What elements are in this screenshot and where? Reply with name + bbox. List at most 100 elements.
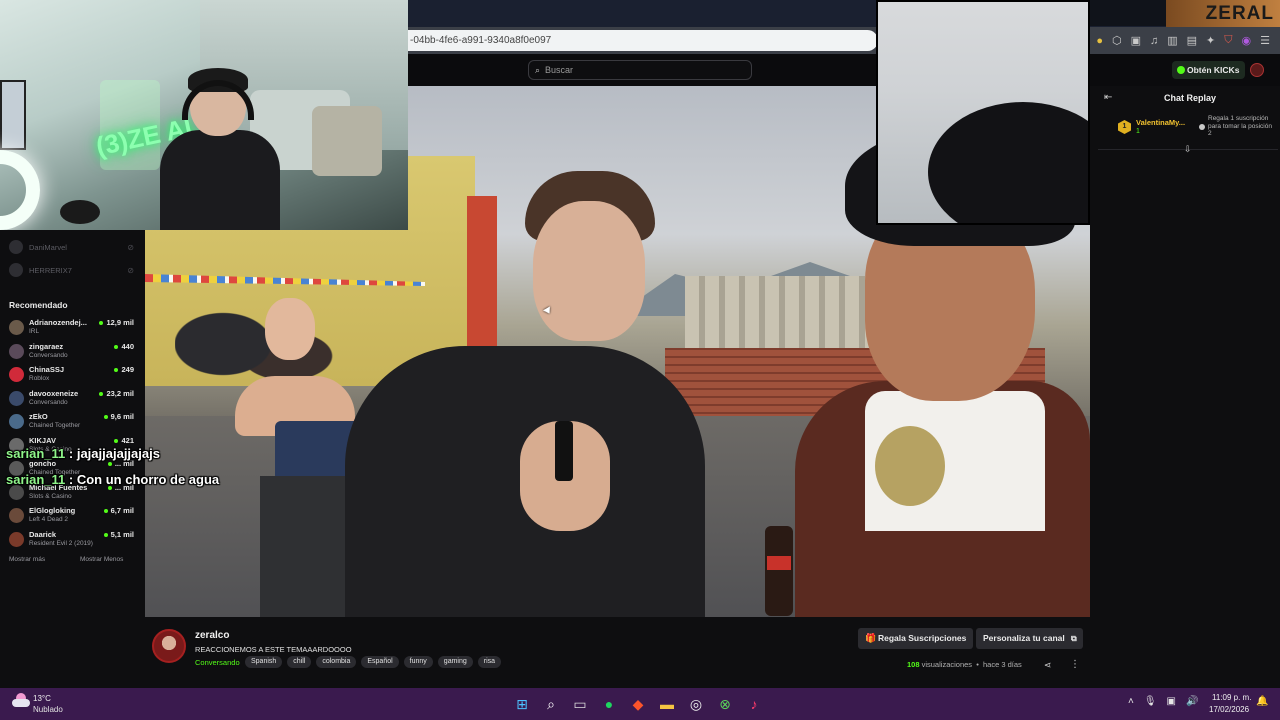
tiktok-icon[interactable]: ♪ — [744, 694, 764, 714]
gift-icon — [1199, 124, 1205, 130]
viewer-count: 5,1 mil — [104, 530, 134, 539]
avatar — [9, 390, 24, 406]
stream-tag[interactable]: risa — [477, 656, 502, 668]
search-placeholder: Buscar — [545, 65, 574, 75]
stream-tag[interactable]: gaming — [437, 656, 473, 668]
stream-tag[interactable]: funny — [403, 656, 433, 668]
recommended-title: Recomendado — [9, 300, 68, 310]
channel-name: zingaraez — [29, 341, 64, 351]
show-less-link[interactable]: Mostrar Menos — [80, 556, 123, 563]
avatar — [9, 320, 24, 335]
avatar — [9, 508, 24, 523]
channel-category: Conversando — [29, 351, 68, 359]
channel-name[interactable]: zeralco — [195, 630, 229, 641]
vpn-icon[interactable]: ◉ — [1242, 34, 1252, 47]
followed-channel[interactable]: HERRERIX7 ⊘ — [9, 262, 134, 278]
weather-temperature[interactable]: 13°C — [33, 694, 51, 703]
followed-channel[interactable]: DaniMarvel ⊘ — [9, 239, 134, 255]
stream-tag[interactable]: Spanish — [245, 656, 283, 668]
extension-icons: ● ⬡ ▣ ♫ ▥ ▤ ✦ ⛉ ◉ ☰ — [1096, 30, 1270, 51]
notification-bell-icon[interactable]: 🔔 — [1256, 696, 1268, 707]
viewer-count: 6,7 mil — [104, 506, 134, 515]
system-tray: ˄ 🎙 ▣ 🔊 — [1128, 696, 1198, 707]
video-person-center — [345, 171, 705, 617]
clock-time[interactable]: 11:09 p. m. — [1212, 693, 1251, 702]
recommended-channel[interactable]: ElGlogloking Left 4 Dead 2 6,7 mil — [9, 504, 134, 526]
windows-start-icon[interactable]: ⊞ — [512, 694, 532, 714]
extension-icon[interactable]: ▣ — [1131, 34, 1141, 47]
stream-tag[interactable]: Español — [361, 656, 399, 668]
recommended-channel[interactable]: zingaraez Conversando 440 — [9, 340, 134, 362]
collapse-chat-icon[interactable]: ⇤ — [1104, 92, 1112, 103]
windows-taskbar: 13°C Nublado ⊞ ⌕ ▭ ● ◆ ▬ ◎ ⊗ ♪ ˄ 🎙 ▣ 🔊 1… — [0, 688, 1280, 720]
stream-tag[interactable]: chill — [287, 656, 312, 668]
address-bar[interactable]: -04bb-4fe6-a991-9340a8f0e097 — [408, 30, 878, 51]
share-icon[interactable]: ⋖ — [1044, 660, 1052, 671]
file-explorer-icon[interactable]: ▬ — [657, 694, 677, 714]
puzzle-icon[interactable]: ✦ — [1206, 34, 1215, 47]
menu-icon[interactable]: ☰ — [1260, 34, 1270, 47]
scroll-down-icon[interactable]: ⇩ — [1184, 144, 1192, 155]
customize-channel-button[interactable]: Personaliza tu canal ⧉ — [976, 628, 1083, 649]
volume-icon[interactable]: 🔊 — [1186, 696, 1198, 707]
stream-tag[interactable]: colombia — [316, 656, 357, 668]
shield-icon[interactable]: ⛉ — [1224, 34, 1232, 47]
posted-time: hace 3 días — [983, 660, 1022, 669]
channel-name: zEkO — [29, 412, 48, 421]
overlay-chat-message: sarian_11 : jajajjajajjajajs — [6, 446, 160, 461]
more-options-icon[interactable]: ⋮ — [1070, 659, 1080, 670]
viewer-count: 421 — [114, 436, 134, 445]
kicks-coin-icon — [1177, 66, 1185, 74]
recommended-channel[interactable]: ChinaSSJ Roblox 249 — [9, 363, 134, 385]
external-link-icon: ⧉ — [1071, 634, 1077, 643]
obs-icon[interactable]: ◎ — [686, 694, 706, 714]
customize-channel-label: Personaliza tu canal — [983, 633, 1065, 643]
gift-prompt[interactable]: Regala 1 suscripción para tomar la posic… — [1208, 115, 1274, 138]
show-more-link[interactable]: Mostrar más — [9, 556, 45, 563]
task-view-icon[interactable]: ▭ — [570, 694, 590, 714]
weather-cloud-icon[interactable] — [12, 693, 30, 707]
recommended-channel[interactable]: davooxeneize Conversando 23,2 mil — [9, 387, 134, 409]
viewer-count: 9,6 mil — [104, 412, 134, 421]
music-icon[interactable]: ♫ — [1150, 35, 1158, 47]
recommended-channel[interactable]: Daarick Resident Evil 2 (2019) 5,1 mil — [9, 528, 134, 550]
wallet-icon[interactable]: ▤ — [1187, 34, 1197, 47]
extension-icon[interactable]: ⬡ — [1112, 34, 1122, 47]
channel-avatar[interactable] — [152, 629, 186, 663]
weather-condition[interactable]: Nublado — [33, 705, 63, 714]
brave-icon[interactable]: ◆ — [628, 694, 648, 714]
gift-subscriptions-button[interactable]: 🎁 Regala Suscripciones — [858, 628, 974, 649]
gift-count: 1 — [1136, 128, 1140, 135]
search-icon: ⌕ — [535, 65, 541, 75]
chat-header: ⇤ Chat Replay — [1090, 86, 1280, 110]
channel-category: IRL — [29, 328, 40, 335]
clock-date[interactable]: 17/02/2026 — [1209, 705, 1249, 714]
search-input[interactable]: ⌕ Buscar — [528, 60, 752, 80]
channel-category: Resident Evil 2 (2019) — [29, 539, 93, 547]
microphone-icon[interactable]: 🎙 — [1144, 696, 1157, 707]
offline-icon: ⊘ — [127, 242, 134, 252]
recommended-channel[interactable]: Adrianozendej... IRL 12,9 mil — [9, 316, 134, 338]
chat-username: sarian_11 — [6, 446, 66, 461]
browser-toolbar: -04bb-4fe6-a991-9340a8f0e097 ⌕ ↗ ◆ ▲ ● ⬡… — [408, 27, 1280, 54]
extension-icon[interactable]: ● — [1096, 35, 1103, 47]
xbox-icon[interactable]: ⊗ — [715, 694, 735, 714]
views-label: visualizaciones — [919, 660, 973, 669]
spotify-icon[interactable]: ● — [599, 694, 619, 714]
get-kicks-button[interactable]: Obtén KICKs — [1172, 61, 1246, 79]
chat-title: Chat Replay — [1164, 93, 1217, 103]
recommended-channel[interactable]: zEkO Chained Together 9,6 mil — [9, 410, 134, 432]
user-avatar[interactable] — [1250, 63, 1264, 77]
overlay-camera-frame — [876, 0, 1090, 225]
network-icon[interactable]: ▣ — [1167, 696, 1176, 707]
chevron-up-icon[interactable]: ˄ — [1128, 696, 1134, 707]
overlay-chat-message: sarian_11 : Con un chorro de agua — [6, 472, 219, 487]
stream-title: REACCIONEMOS A ESTE TEMAAARDOOOO — [195, 645, 352, 654]
channel-category: Conversando — [29, 398, 68, 406]
search-icon[interactable]: ⌕ — [541, 694, 561, 714]
stream-category[interactable]: Conversando — [195, 658, 240, 667]
sidebar-icon[interactable]: ▥ — [1167, 34, 1177, 47]
chat-panel: ⇤ Chat Replay 1 ValentinaMy... 1 Regala … — [1090, 86, 1280, 617]
subscriber-name[interactable]: ValentinaMy... — [1136, 118, 1185, 127]
channel-name: ElGlogloking — [29, 506, 76, 515]
